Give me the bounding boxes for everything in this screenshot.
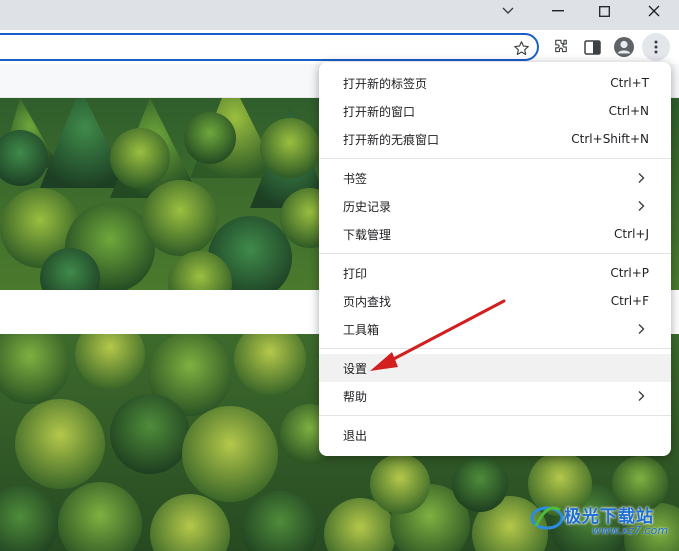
- watermark-url: www.xz7.com: [592, 524, 669, 537]
- watermark-logo: 极光下载站 www.xz7.com: [530, 496, 676, 546]
- annotation-arrow: [370, 299, 506, 371]
- watermark-icon: [530, 506, 564, 530]
